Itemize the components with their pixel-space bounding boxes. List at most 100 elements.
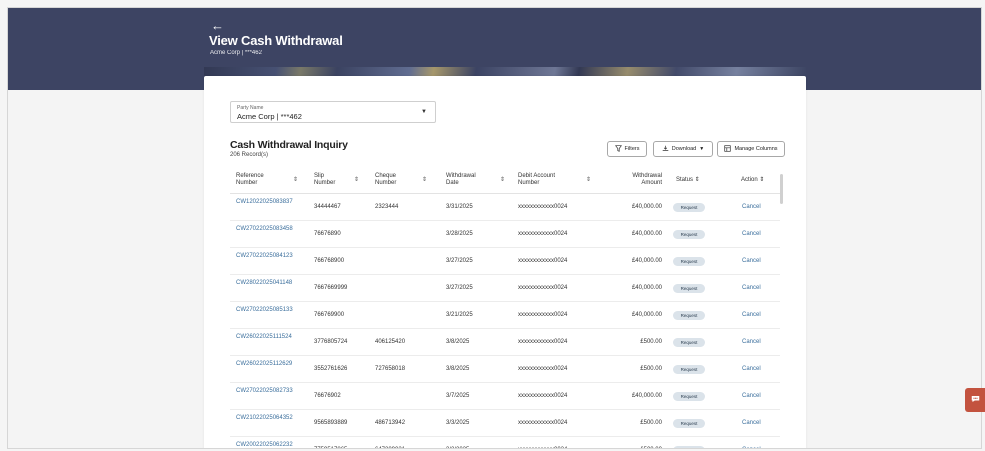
slip-number: 766768900 [314,258,345,264]
withdrawal-amount: £500.00 [640,366,662,372]
chevron-down-icon: ▼ [699,145,705,152]
cheque-number: 647209021 [375,447,405,448]
sort-icon[interactable]: ⇕ [422,176,427,183]
withdrawal-amount: £40,000.00 [631,204,662,210]
cancel-link[interactable]: Cancel [742,339,761,345]
sort-icon: ⇕ [759,177,765,183]
chat-button[interactable] [965,388,985,412]
table-row: CW26022025111524 3776805724 406125420 3/8/2… [230,329,780,356]
party-name-value: Acme Corp | ***462 [237,112,302,121]
download-button[interactable]: Download ▼ [653,141,713,157]
header-text: Debit Account [518,173,556,179]
filters-label: Filters [624,146,640,152]
slip-number: 3552761626 [314,366,348,372]
reference-number-link[interactable]: CW26022025112629 [236,360,306,368]
cancel-link[interactable]: Cancel [742,204,761,210]
column-header-slip[interactable]: Slip Number [314,173,335,187]
slip-number: 766769900 [314,312,345,318]
cancel-link[interactable]: Cancel [742,231,761,237]
reference-number-link[interactable]: CW27022025084123 [236,252,306,260]
cancel-link[interactable]: Cancel [742,393,761,399]
table-row: CW27022025085133 766769900 3/21/2025 xxxxxx… [230,302,780,329]
withdrawal-amount: £40,000.00 [631,231,662,237]
sort-icon[interactable]: ⇕ [586,176,591,183]
sort-icon[interactable]: ⇕ [293,176,298,183]
chat-icon [971,395,980,405]
slip-number: 3776805724 [314,339,348,345]
reference-number-link[interactable]: CW27022025085133 [236,306,306,314]
manage-columns-label: Manage Columns [734,146,778,152]
cancel-link[interactable]: Cancel [742,285,761,291]
sort-icon[interactable]: ⇕ [354,176,359,183]
column-header-withdrawal-date[interactable]: Withdrawal Date [446,173,476,187]
filters-button[interactable]: Filters [607,141,647,157]
cheque-number: 486713942 [375,420,406,426]
withdrawal-date: 3/27/2025 [446,258,473,264]
status-badge: Request [673,284,705,293]
header-text: Number [236,180,258,186]
column-header-withdrawal-amount[interactable]: Withdrawal Amount [610,173,662,187]
debit-account-number: xxxxxxxxxxxx0024 [518,366,568,372]
cancel-link[interactable]: Cancel [742,447,761,448]
header-text: Slip [314,173,325,179]
column-header-action[interactable]: Action ⇕ [741,177,764,184]
reference-number-link[interactable]: CW27022025082733 [236,387,306,395]
sort-icon[interactable]: ⇕ [500,176,505,183]
status-badge: Request [673,257,705,266]
reference-number-link[interactable]: CW21022025064352 [236,414,306,422]
slip-number: 7759517865 [314,447,347,448]
main-card: Party Name Acme Corp | ***462 ▼ Cash Wit… [204,76,806,448]
table-row: CW21022025064352 9565893889 486713942 3/3/2… [230,410,780,437]
party-name-label: Party Name [237,105,264,111]
table-row: CW28022025041148 7667669999 3/27/2025 xxxxx… [230,275,780,302]
table-row: CW12022025083837 34444467 2323444 3/31/2025… [230,194,780,221]
debit-account-number: xxxxxxxxxxxx0024 [518,231,568,237]
header-text: Reference [236,173,264,179]
status-badge: Request [673,203,705,212]
header-text: Withdrawal [632,173,662,179]
status-badge: Request [673,446,705,448]
download-label: Download [671,146,697,152]
manage-columns-button[interactable]: Manage Columns [717,141,785,157]
status-badge: Request [673,392,705,401]
party-name-select[interactable]: Party Name Acme Corp | ***462 ▼ [230,101,436,123]
table-header: Reference Number ⇕ Slip Number ⇕ Cheque Num… [230,169,780,194]
sort-icon: ⇕ [694,177,700,183]
withdrawal-amount: £40,000.00 [631,312,662,318]
status-badge: Request [673,230,705,239]
cancel-link[interactable]: Cancel [742,366,761,372]
reference-number-link[interactable]: CW28022025041148 [236,279,306,287]
table-row: CW20022025062232 7759517865 647209021 3/2/2… [230,437,780,448]
cheque-number: 2323444 [375,204,399,210]
withdrawal-date: 3/7/2025 [446,393,470,399]
column-header-reference[interactable]: Reference Number [236,173,264,187]
withdrawal-date: 3/21/2025 [446,312,473,318]
table-row: CW27022025083458 76676890 3/28/2025 xxxxxxx… [230,221,780,248]
withdrawal-amount: £40,000.00 [631,393,662,399]
cancel-link[interactable]: Cancel [742,258,761,264]
header-text: Date [446,180,459,186]
withdrawal-amount: £500.00 [590,447,662,448]
table-row: CW26022025112629 3552761626 727658018 3/8/2… [230,356,780,383]
header-text: Cheque [375,173,397,179]
reference-number-link[interactable]: CW20022025062232 [236,441,306,448]
header-text: Action [741,177,758,183]
column-header-cheque[interactable]: Cheque Number [375,173,396,187]
withdrawal-table: Reference Number ⇕ Slip Number ⇕ Cheque Num… [230,169,780,448]
cancel-link[interactable]: Cancel [742,312,761,318]
table-scrollbar[interactable] [780,174,783,204]
column-header-status[interactable]: Status ⇕ [676,177,700,184]
reference-number-link[interactable]: CW27022025083458 [236,225,306,233]
withdrawal-date: 3/8/2025 [446,339,470,345]
table-body: CW12022025083837 34444467 2323444 3/31/2025… [230,194,780,448]
back-arrow-icon[interactable]: ← [211,18,224,33]
column-header-debit-account[interactable]: Debit Account Number [518,173,555,187]
slip-number: 76676890 [314,231,341,237]
cancel-link[interactable]: Cancel [742,420,761,426]
slip-number: 7667669999 [314,285,348,291]
page-subtitle: Acme Corp | ***462 [210,50,262,56]
header-text: Number [375,180,397,186]
withdrawal-date: 3/28/2025 [446,231,473,237]
reference-number-link[interactable]: CW12022025083837 [236,198,306,206]
reference-number-link[interactable]: CW26022025111524 [236,333,306,341]
